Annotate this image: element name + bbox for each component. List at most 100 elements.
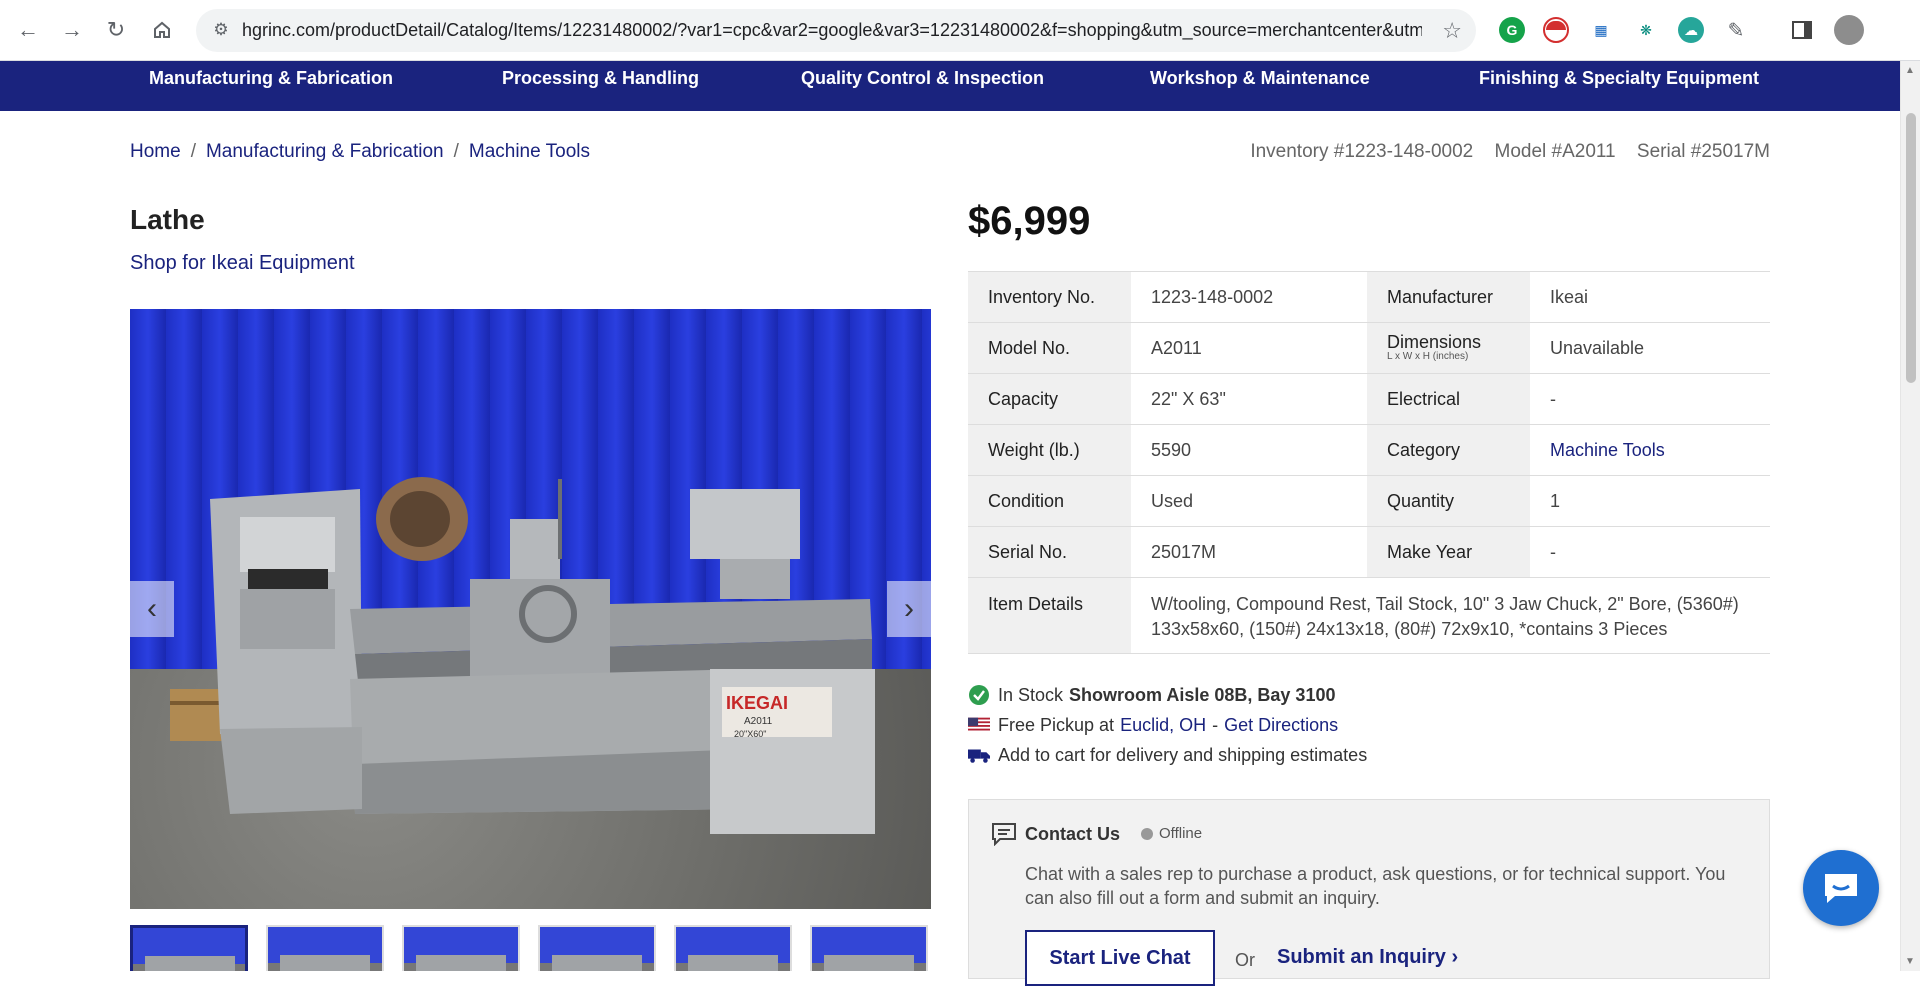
or-text: Or: [1235, 950, 1255, 970]
spec-label: Weight (lb.): [968, 424, 1131, 476]
spec-value: 1223-148-0002: [1131, 271, 1367, 323]
thumbnail-5[interactable]: [674, 925, 792, 971]
pickup-separator: -: [1212, 714, 1219, 735]
pickup-info: Free Pickup at Euclid, OH - Get Directio…: [968, 714, 1338, 736]
spec-label: Item Details: [968, 577, 1131, 654]
breadcrumb: Home / Manufacturing & Fabrication / Machine…: [130, 141, 590, 163]
back-icon[interactable]: ←: [12, 14, 44, 46]
spec-label: Model No.: [968, 322, 1131, 374]
scrollbar-thumb[interactable]: [1906, 113, 1916, 383]
table-row: Capacity 22" X 63" Electrical -: [968, 373, 1770, 425]
extensions-icon[interactable]: ✎: [1723, 17, 1749, 43]
shipping-info: Add to cart for delivery and shipping es…: [968, 744, 1367, 766]
thumbnail-2[interactable]: [266, 925, 384, 971]
sidebar-icon[interactable]: [1789, 17, 1815, 43]
thumbnail-1[interactable]: [130, 925, 248, 971]
item-details-value: W/tooling, Compound Rest, Tail Stock, 10…: [1131, 577, 1770, 654]
scroll-down-icon[interactable]: ▼: [1905, 956, 1915, 967]
chat-bubble-icon: [992, 823, 1016, 846]
nav-item-quality-control[interactable]: Quality Control & Inspection: [801, 68, 1044, 89]
shipping-text: Add to cart for delivery and shipping es…: [998, 744, 1368, 765]
specs-table: Inventory No. 1223-148-0002 Manufacturer…: [968, 271, 1770, 654]
spec-label-dimensions: Dimensions L x W x H (inches): [1367, 322, 1530, 374]
table-row: Weight (lb.) 5590 Category Machine Tools: [968, 424, 1770, 476]
contact-title: Contact Us: [1025, 823, 1121, 844]
spec-label: Serial No.: [968, 526, 1131, 578]
thumbnail-3[interactable]: [402, 925, 520, 971]
pokeball-extension-icon[interactable]: [1543, 17, 1569, 43]
bookmark-star-icon[interactable]: ☆: [1442, 18, 1462, 44]
site-info-icon[interactable]: ⚙: [210, 19, 232, 41]
product-title: Lathe: [130, 204, 205, 235]
page-scrollbar[interactable]: ▲ ▼: [1900, 61, 1920, 971]
serial-id: Serial #25017M: [1636, 141, 1770, 162]
spec-value: -: [1530, 373, 1770, 425]
shop-manufacturer-link[interactable]: Shop for Ikeai Equipment: [130, 252, 355, 275]
breadcrumb-manufacturing[interactable]: Manufacturing & Fabrication: [206, 141, 444, 162]
status-text: Offline: [1159, 825, 1203, 842]
spec-value: 5590: [1131, 424, 1367, 476]
pickup-location-link[interactable]: Euclid, OH: [1120, 715, 1206, 736]
spec-value: Unavailable: [1530, 322, 1770, 374]
get-directions-link[interactable]: Get Directions: [1224, 715, 1338, 736]
address-bar[interactable]: ⚙ hgrinc.com/productDetail/Catalog/Items…: [196, 9, 1476, 52]
home-icon[interactable]: [146, 14, 178, 46]
product-price: $6,999: [968, 199, 1091, 243]
table-row: Condition Used Quantity 1: [968, 475, 1770, 527]
forward-icon[interactable]: →: [56, 14, 88, 46]
spec-label: Quantity: [1367, 475, 1530, 527]
lathe-photo: IKEGAI A2011 20"X60": [170, 477, 875, 834]
spec-label: Inventory No.: [968, 271, 1131, 323]
spec-label: Make Year: [1367, 526, 1530, 578]
nav-item-workshop[interactable]: Workshop & Maintenance: [1150, 68, 1370, 89]
model-id: Model #A2011: [1494, 141, 1616, 162]
breadcrumb-home[interactable]: Home: [130, 141, 181, 162]
url-text[interactable]: hgrinc.com/productDetail/Catalog/Items/1…: [242, 20, 1422, 41]
spec-value: 22" X 63": [1131, 373, 1367, 425]
spec-value: -: [1530, 526, 1770, 578]
stock-status: In Stock Showroom Aisle 08B, Bay 3100: [968, 684, 1335, 706]
network-extension-icon[interactable]: ❋: [1633, 17, 1659, 43]
product-image-gallery[interactable]: IKEGAI A2011 20"X60" ‹ ›: [130, 309, 931, 909]
stock-label: In Stock: [998, 684, 1064, 705]
gallery-next-button[interactable]: ›: [887, 581, 931, 637]
us-flag-icon: [968, 714, 990, 736]
reload-icon[interactable]: ↻: [100, 14, 132, 46]
breadcrumb-machine-tools[interactable]: Machine Tools: [469, 141, 590, 162]
spec-label: Electrical: [1367, 373, 1530, 425]
thumbnail-4[interactable]: [538, 925, 656, 971]
pickup-label: Free Pickup at: [998, 714, 1115, 735]
spec-label: Category: [1367, 424, 1530, 476]
thumbnail-6[interactable]: [810, 925, 928, 971]
category-nav: Manufacturing & Fabrication Processing &…: [0, 61, 1900, 111]
gallery-prev-button[interactable]: ‹: [130, 581, 174, 637]
lathe-model-plate: A2011: [744, 716, 773, 727]
spec-sublabel: L x W x H (inches): [1387, 351, 1469, 363]
table-row-details: Item Details W/tooling, Compound Rest, T…: [968, 577, 1770, 654]
table-row: Model No. A2011 Dimensions L x W x H (inc…: [968, 322, 1770, 374]
spec-value: Ikeai: [1530, 271, 1770, 323]
spec-value: 1: [1530, 475, 1770, 527]
scroll-up-icon[interactable]: ▲: [1905, 65, 1915, 76]
profile-avatar[interactable]: [1834, 15, 1864, 45]
breadcrumb-separator: /: [453, 141, 459, 162]
nav-item-finishing[interactable]: Finishing & Specialty Equipment: [1479, 68, 1759, 89]
chat-icon: [1825, 874, 1857, 903]
nav-item-processing[interactable]: Processing & Handling: [502, 68, 699, 89]
lathe-brand-plate: IKEGAI: [726, 693, 788, 713]
submit-inquiry-link[interactable]: Submit an Inquiry ›: [1277, 946, 1458, 969]
nav-item-manufacturing[interactable]: Manufacturing & Fabrication: [149, 68, 393, 89]
spec-label: Condition: [968, 475, 1131, 527]
chat-launcher-button[interactable]: [1803, 850, 1879, 926]
truck-icon: [968, 744, 990, 766]
chevron-left-icon: ‹: [147, 592, 157, 625]
category-link[interactable]: Machine Tools: [1550, 440, 1665, 460]
spec-value: 25017M: [1131, 526, 1367, 578]
contact-description: Chat with a sales rep to purchase a prod…: [1025, 864, 1726, 908]
start-live-chat-button[interactable]: Start Live Chat: [1025, 930, 1215, 986]
analytics-extension-icon[interactable]: ▦: [1588, 17, 1614, 43]
check-circle-icon: [968, 684, 990, 706]
stock-location: Showroom Aisle 08B, Bay 3100: [1069, 684, 1336, 705]
cloud-extension-icon[interactable]: ☁: [1678, 17, 1704, 43]
grammarly-extension-icon[interactable]: G: [1499, 17, 1525, 43]
